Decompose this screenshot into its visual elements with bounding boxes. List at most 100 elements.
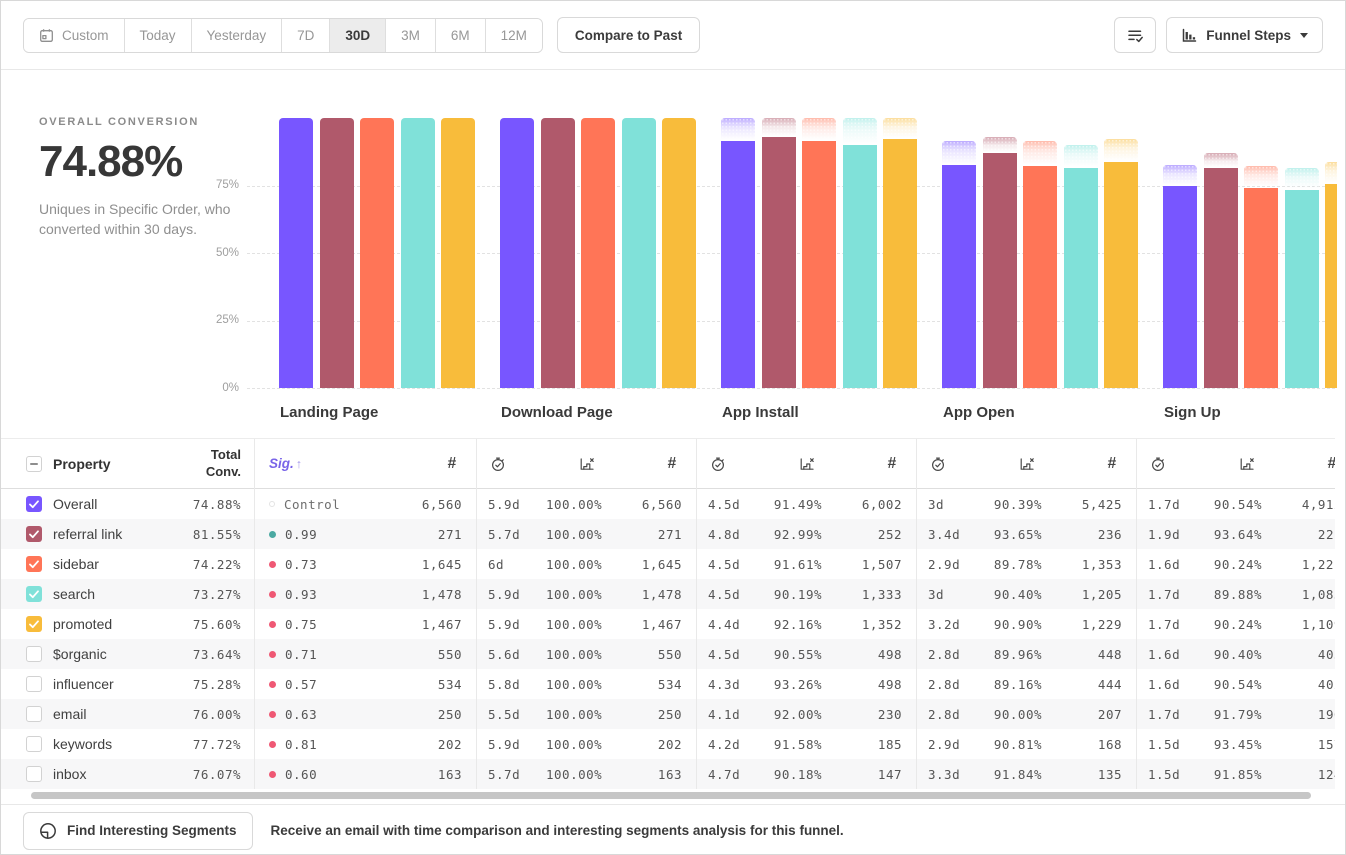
date-range-3m[interactable]: 3M [385,19,435,52]
y-axis-tick-50: 50% [197,247,239,259]
row-checkbox-organic[interactable] [26,646,42,662]
bar-overall-download-page[interactable] [500,118,534,388]
table-row-referral-link[interactable]: referral link81.55%0.992715.7d100.00%271… [1,519,1335,549]
step-count: 534 [658,677,682,692]
date-range-6m[interactable]: 6M [435,19,485,52]
bar-search-app-open[interactable] [1064,168,1098,388]
date-range-12m[interactable]: 12M [485,19,542,52]
row-checkbox-referral-link[interactable] [26,526,42,542]
bar-group-sign-up [1163,118,1337,388]
bar-sidebar-landing-page[interactable] [360,118,394,388]
bar-search-app-install[interactable] [843,145,877,389]
bar-promoted-landing-page[interactable] [441,118,475,388]
count-column-icon[interactable]: # [667,455,676,473]
count-column-icon[interactable]: # [447,455,456,473]
bar-referral-link-sign-up[interactable] [1204,168,1238,388]
sig-negative-dot-icon [269,681,276,688]
date-range-30d[interactable]: 30D [329,19,385,52]
bar-sidebar-download-page[interactable] [581,118,615,388]
bar-sidebar-app-open[interactable] [1023,166,1057,388]
conversion-rate-icon[interactable] [1018,456,1036,472]
select-all-checkbox[interactable] [26,456,42,472]
property-header[interactable]: Property [53,456,193,472]
horizontal-scrollbar-track[interactable] [1,789,1345,804]
bar-promoted-app-install[interactable] [883,139,917,388]
conversion-rate-icon[interactable] [798,456,816,472]
date-range-label: Yesterday [207,28,267,43]
find-interesting-segments-button[interactable]: Find Interesting Segments [23,812,253,850]
total-conv-header[interactable]: Total Conv. [193,447,241,481]
table-row-keywords[interactable]: keywords77.72%0.812025.9d100.00%2024.2d9… [1,729,1335,759]
horizontal-scrollbar-thumb[interactable] [31,792,1311,799]
bar-overall-app-install[interactable] [721,141,755,388]
conversion-rate-icon[interactable] [1238,456,1256,472]
sig-negative-dot-icon [269,591,276,598]
date-range-7d[interactable]: 7D [281,19,329,52]
bar-promoted-sign-up[interactable] [1325,184,1337,388]
row-checkbox-sidebar[interactable] [26,556,42,572]
column-divider [916,439,917,789]
conversion-rate-value: 90.90% [986,617,1042,632]
count-column-icon[interactable]: # [1107,455,1116,473]
row-checkbox-influencer[interactable] [26,676,42,692]
row-checkbox-inbox[interactable] [26,766,42,782]
row-checkbox-email[interactable] [26,706,42,722]
date-range-yesterday[interactable]: Yesterday [191,19,282,52]
bar-group-app-install [721,118,917,388]
significance-cell: 0.63250 [254,699,476,729]
bar-referral-link-landing-page[interactable] [320,118,354,388]
sig-sort-header[interactable]: Sig.↑ [269,455,302,473]
conversion-rate-icon[interactable] [578,456,596,472]
table-row-influencer[interactable]: influencer75.28%0.575345.8d100.00%5344.3… [1,669,1335,699]
avg-time-icon[interactable] [1150,456,1166,472]
sig-positive-dot-icon [269,531,276,538]
bar-referral-link-app-open[interactable] [983,153,1017,388]
row-checkbox-keywords[interactable] [26,736,42,752]
row-checkbox-search[interactable] [26,586,42,602]
bar-sidebar-app-install[interactable] [802,141,836,388]
list-check-icon [1127,28,1144,43]
table-row-email[interactable]: email76.00%0.632505.5d100.00%2504.1d92.0… [1,699,1335,729]
sig-control-dot-icon [269,501,275,507]
step-count: 230 [878,707,902,722]
row-checkbox-promoted[interactable] [26,616,42,632]
sig-value: Control [284,497,340,512]
bar-search-landing-page[interactable] [401,118,435,388]
avg-time-icon[interactable] [930,456,946,472]
avg-time-icon[interactable] [490,456,506,472]
table-row-promoted[interactable]: promoted75.60%0.751,4675.9d100.00%1,4674… [1,609,1335,639]
funnel-steps-dropdown[interactable]: Funnel Steps [1166,17,1323,53]
bar-overall-landing-page[interactable] [279,118,313,388]
step-count: 168 [1098,737,1122,752]
table-row-inbox[interactable]: inbox76.07%0.601635.7d100.00%1634.7d90.1… [1,759,1335,789]
table-row-sidebar[interactable]: sidebar74.22%0.731,6456d100.00%1,6454.5d… [1,549,1335,579]
compare-to-past-button[interactable]: Compare to Past [557,17,700,53]
avg-time-icon[interactable] [710,456,726,472]
step-count: 6,560 [642,497,682,512]
bar-promoted-download-page[interactable] [662,118,696,388]
table-row-overall[interactable]: Overall74.88%Control6,5605.9d100.00%6,56… [1,489,1335,519]
bar-referral-link-download-page[interactable] [541,118,575,388]
count-column-icon[interactable]: # [887,455,896,473]
drop-off-cap-search-app-open [1064,145,1098,168]
count-column-icon[interactable]: # [1327,455,1335,473]
drop-off-cap-search-sign-up [1285,168,1319,190]
table-row-organic[interactable]: $organic73.64%0.715505.6d100.00%5504.5d9… [1,639,1335,669]
date-range-custom[interactable]: Custom [24,19,124,52]
bar-overall-sign-up[interactable] [1163,186,1197,388]
bar-overall-app-open[interactable] [942,165,976,388]
table-row-search[interactable]: search73.27%0.931,4785.9d100.00%1,4784.5… [1,579,1335,609]
conversion-rate-value: 91.49% [766,497,822,512]
avg-time-value: 4.2d [708,737,766,752]
property-cell: inbox76.07% [13,759,254,789]
bar-promoted-app-open[interactable] [1104,162,1138,388]
step-count: 444 [1098,677,1122,692]
list-options-button[interactable] [1114,17,1156,53]
bar-search-sign-up[interactable] [1285,190,1319,388]
bar-search-download-page[interactable] [622,118,656,388]
bar-referral-link-app-install[interactable] [762,137,796,388]
row-checkbox-overall[interactable] [26,496,42,512]
conversion-rate-value: 92.00% [766,707,822,722]
bar-sidebar-sign-up[interactable] [1244,188,1278,388]
date-range-today[interactable]: Today [124,19,191,52]
